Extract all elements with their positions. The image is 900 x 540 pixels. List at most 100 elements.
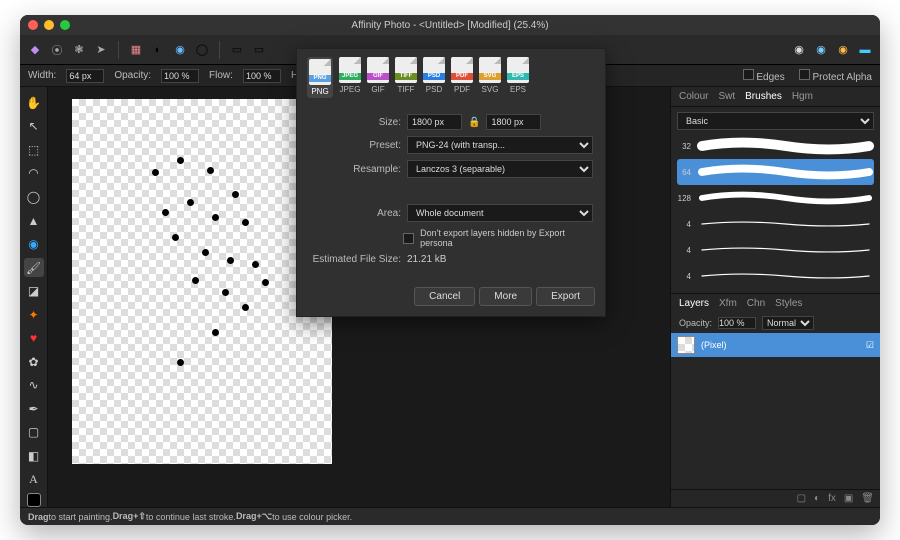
tab-brushes[interactable]: Brushes bbox=[745, 91, 782, 102]
filesize-label: Estimated File Size: bbox=[309, 254, 401, 265]
layer-options: Opacity: Normal bbox=[671, 313, 880, 333]
develop-persona-icon[interactable]: ❃ bbox=[70, 41, 88, 59]
tab-layers[interactable]: Layers bbox=[679, 298, 709, 309]
assistant-icon[interactable]: ◉ bbox=[790, 41, 808, 59]
hidden-layers-checkbox[interactable] bbox=[403, 233, 414, 244]
selection-tool[interactable]: ⬚ bbox=[24, 140, 44, 160]
export-dialog: PNGPNG JPEGJPEG GIFGIF TIFFTIFF PSDPSD PDFPDF… bbox=[296, 48, 606, 317]
edges-checkbox[interactable] bbox=[743, 69, 754, 80]
preset-label: Preset: bbox=[309, 140, 401, 151]
pen-tool[interactable]: ✒ bbox=[24, 399, 44, 419]
app-window: Affinity Photo - <Untitled> [Modified] (… bbox=[20, 15, 880, 525]
format-svg[interactable]: SVGSVG bbox=[479, 57, 501, 98]
brushes-panel: Basic 3264128444 bbox=[671, 107, 880, 293]
preset-select[interactable]: PNG-24 (with transp... bbox=[407, 136, 593, 154]
format-eps[interactable]: EPSEPS bbox=[507, 57, 529, 98]
width-input[interactable] bbox=[66, 69, 104, 83]
heal-tool[interactable]: ♥ bbox=[24, 328, 44, 348]
lock-icon[interactable]: 🔒 bbox=[468, 117, 480, 128]
color-picker-tool[interactable]: ◉ bbox=[24, 234, 44, 254]
zoom-icon[interactable] bbox=[60, 20, 70, 30]
opacity-input[interactable] bbox=[161, 69, 199, 83]
titlebar: Affinity Photo - <Untitled> [Modified] (… bbox=[20, 15, 880, 35]
snap-icon[interactable]: ◉ bbox=[812, 41, 830, 59]
brushes-tabs: Colour Swt Brushes Hgm bbox=[671, 87, 880, 107]
photo-persona-icon[interactable]: ◆ bbox=[26, 41, 44, 59]
layer-row[interactable]: (Pixel) ☑ bbox=[671, 333, 880, 357]
flood-tool[interactable]: ▲ bbox=[24, 211, 44, 231]
format-psd[interactable]: PSDPSD bbox=[423, 57, 445, 98]
shape-tool[interactable]: ▢ bbox=[24, 423, 44, 443]
layers-tabs: Layers Xfm Chn Styles bbox=[671, 293, 880, 313]
cancel-button[interactable]: Cancel bbox=[414, 287, 475, 306]
format-pdf[interactable]: PDFPDF bbox=[451, 57, 473, 98]
contrast-icon[interactable]: ◐ bbox=[149, 41, 167, 59]
brush-row[interactable]: 32 bbox=[677, 133, 874, 159]
brush-row[interactable]: 4 bbox=[677, 237, 874, 263]
color-swatch[interactable] bbox=[27, 493, 41, 507]
fx-icon[interactable]: fx bbox=[828, 493, 836, 504]
brush-row[interactable]: 4 bbox=[677, 211, 874, 237]
guides-icon[interactable]: ◉ bbox=[834, 41, 852, 59]
minimize-icon[interactable] bbox=[44, 20, 54, 30]
hand-tool[interactable]: ✋ bbox=[24, 93, 44, 113]
tab-styles[interactable]: Styles bbox=[775, 298, 802, 309]
crop-icon[interactable]: ◯ bbox=[193, 41, 211, 59]
export-persona-icon[interactable]: ➤ bbox=[92, 41, 110, 59]
layer-name: (Pixel) bbox=[701, 340, 727, 350]
brush-category[interactable]: Basic bbox=[677, 112, 874, 130]
export-width[interactable] bbox=[407, 114, 462, 130]
paint-brush-tool[interactable]: 🖌 bbox=[24, 258, 44, 278]
export-button[interactable]: Export bbox=[536, 287, 595, 306]
layer-opacity[interactable] bbox=[718, 317, 756, 329]
format-jpeg[interactable]: JPEGJPEG bbox=[339, 57, 361, 98]
adjustment-icon[interactable]: ◐ bbox=[814, 493, 820, 504]
brush-row[interactable]: 128 bbox=[677, 185, 874, 211]
canvas[interactable] bbox=[72, 99, 332, 464]
protect-alpha-checkbox[interactable] bbox=[799, 69, 810, 80]
format-tiff[interactable]: TIFFTIFF bbox=[395, 57, 417, 98]
tools-panel: ✋ ↖ ⬚ ◠ ◯ ▲ ◉ 🖌 ◪ ✦ ♥ ✿ ∿ ✒ ▢ ◧ A bbox=[20, 87, 48, 507]
text-tool[interactable]: A bbox=[24, 470, 44, 490]
more-icon[interactable]: ▭ bbox=[250, 41, 268, 59]
marquee-tool[interactable]: ◯ bbox=[24, 187, 44, 207]
layer-thumbnail bbox=[677, 336, 695, 354]
more-button[interactable]: More bbox=[479, 287, 532, 306]
move-tool[interactable]: ↖ bbox=[24, 117, 44, 137]
tab-channels[interactable]: Chn bbox=[747, 298, 765, 309]
opacity-label: Opacity: bbox=[114, 70, 151, 81]
format-gif[interactable]: GIFGIF bbox=[367, 57, 389, 98]
adjust-icon[interactable]: ◉ bbox=[171, 41, 189, 59]
dodge-tool[interactable]: ✿ bbox=[24, 352, 44, 372]
gradient-tool[interactable]: ◧ bbox=[24, 446, 44, 466]
tab-swatches[interactable]: Swt bbox=[718, 91, 735, 102]
format-png[interactable]: PNGPNG bbox=[307, 57, 333, 98]
area-select[interactable]: Whole document bbox=[407, 204, 593, 222]
close-icon[interactable] bbox=[28, 20, 38, 30]
export-height[interactable] bbox=[486, 114, 541, 130]
width-label: Width: bbox=[28, 70, 56, 81]
flow-input[interactable] bbox=[243, 69, 281, 83]
flow-label: Flow: bbox=[209, 70, 233, 81]
lasso-tool[interactable]: ◠ bbox=[24, 164, 44, 184]
erase-tool[interactable]: ◪ bbox=[24, 281, 44, 301]
panels-icon[interactable]: ▬ bbox=[856, 41, 874, 59]
tab-transform[interactable]: Xfm bbox=[719, 298, 737, 309]
layer-blend[interactable]: Normal bbox=[762, 316, 814, 330]
mask-icon[interactable]: ▢ bbox=[797, 493, 806, 504]
brush-row[interactable]: 4 bbox=[677, 263, 874, 289]
window-title: Affinity Photo - <Untitled> [Modified] (… bbox=[20, 20, 880, 31]
delete-icon[interactable]: 🗑 bbox=[861, 493, 874, 504]
liquify-persona-icon[interactable]: ⦿ bbox=[48, 41, 66, 59]
group-icon[interactable]: ▣ bbox=[844, 493, 853, 504]
select-icon[interactable]: ▭ bbox=[228, 41, 246, 59]
tab-colour[interactable]: Colour bbox=[679, 91, 708, 102]
tab-histogram[interactable]: Hgm bbox=[792, 91, 813, 102]
area-label: Area: bbox=[309, 208, 401, 219]
clone-tool[interactable]: ✦ bbox=[24, 305, 44, 325]
smudge-tool[interactable]: ∿ bbox=[24, 376, 44, 396]
arrange-icon[interactable]: ▦ bbox=[127, 41, 145, 59]
resample-select[interactable]: Lanczos 3 (separable) bbox=[407, 160, 593, 178]
layers-footer: ▢ ◐ fx ▣ 🗑 bbox=[671, 489, 880, 507]
brush-row[interactable]: 64 bbox=[677, 159, 874, 185]
